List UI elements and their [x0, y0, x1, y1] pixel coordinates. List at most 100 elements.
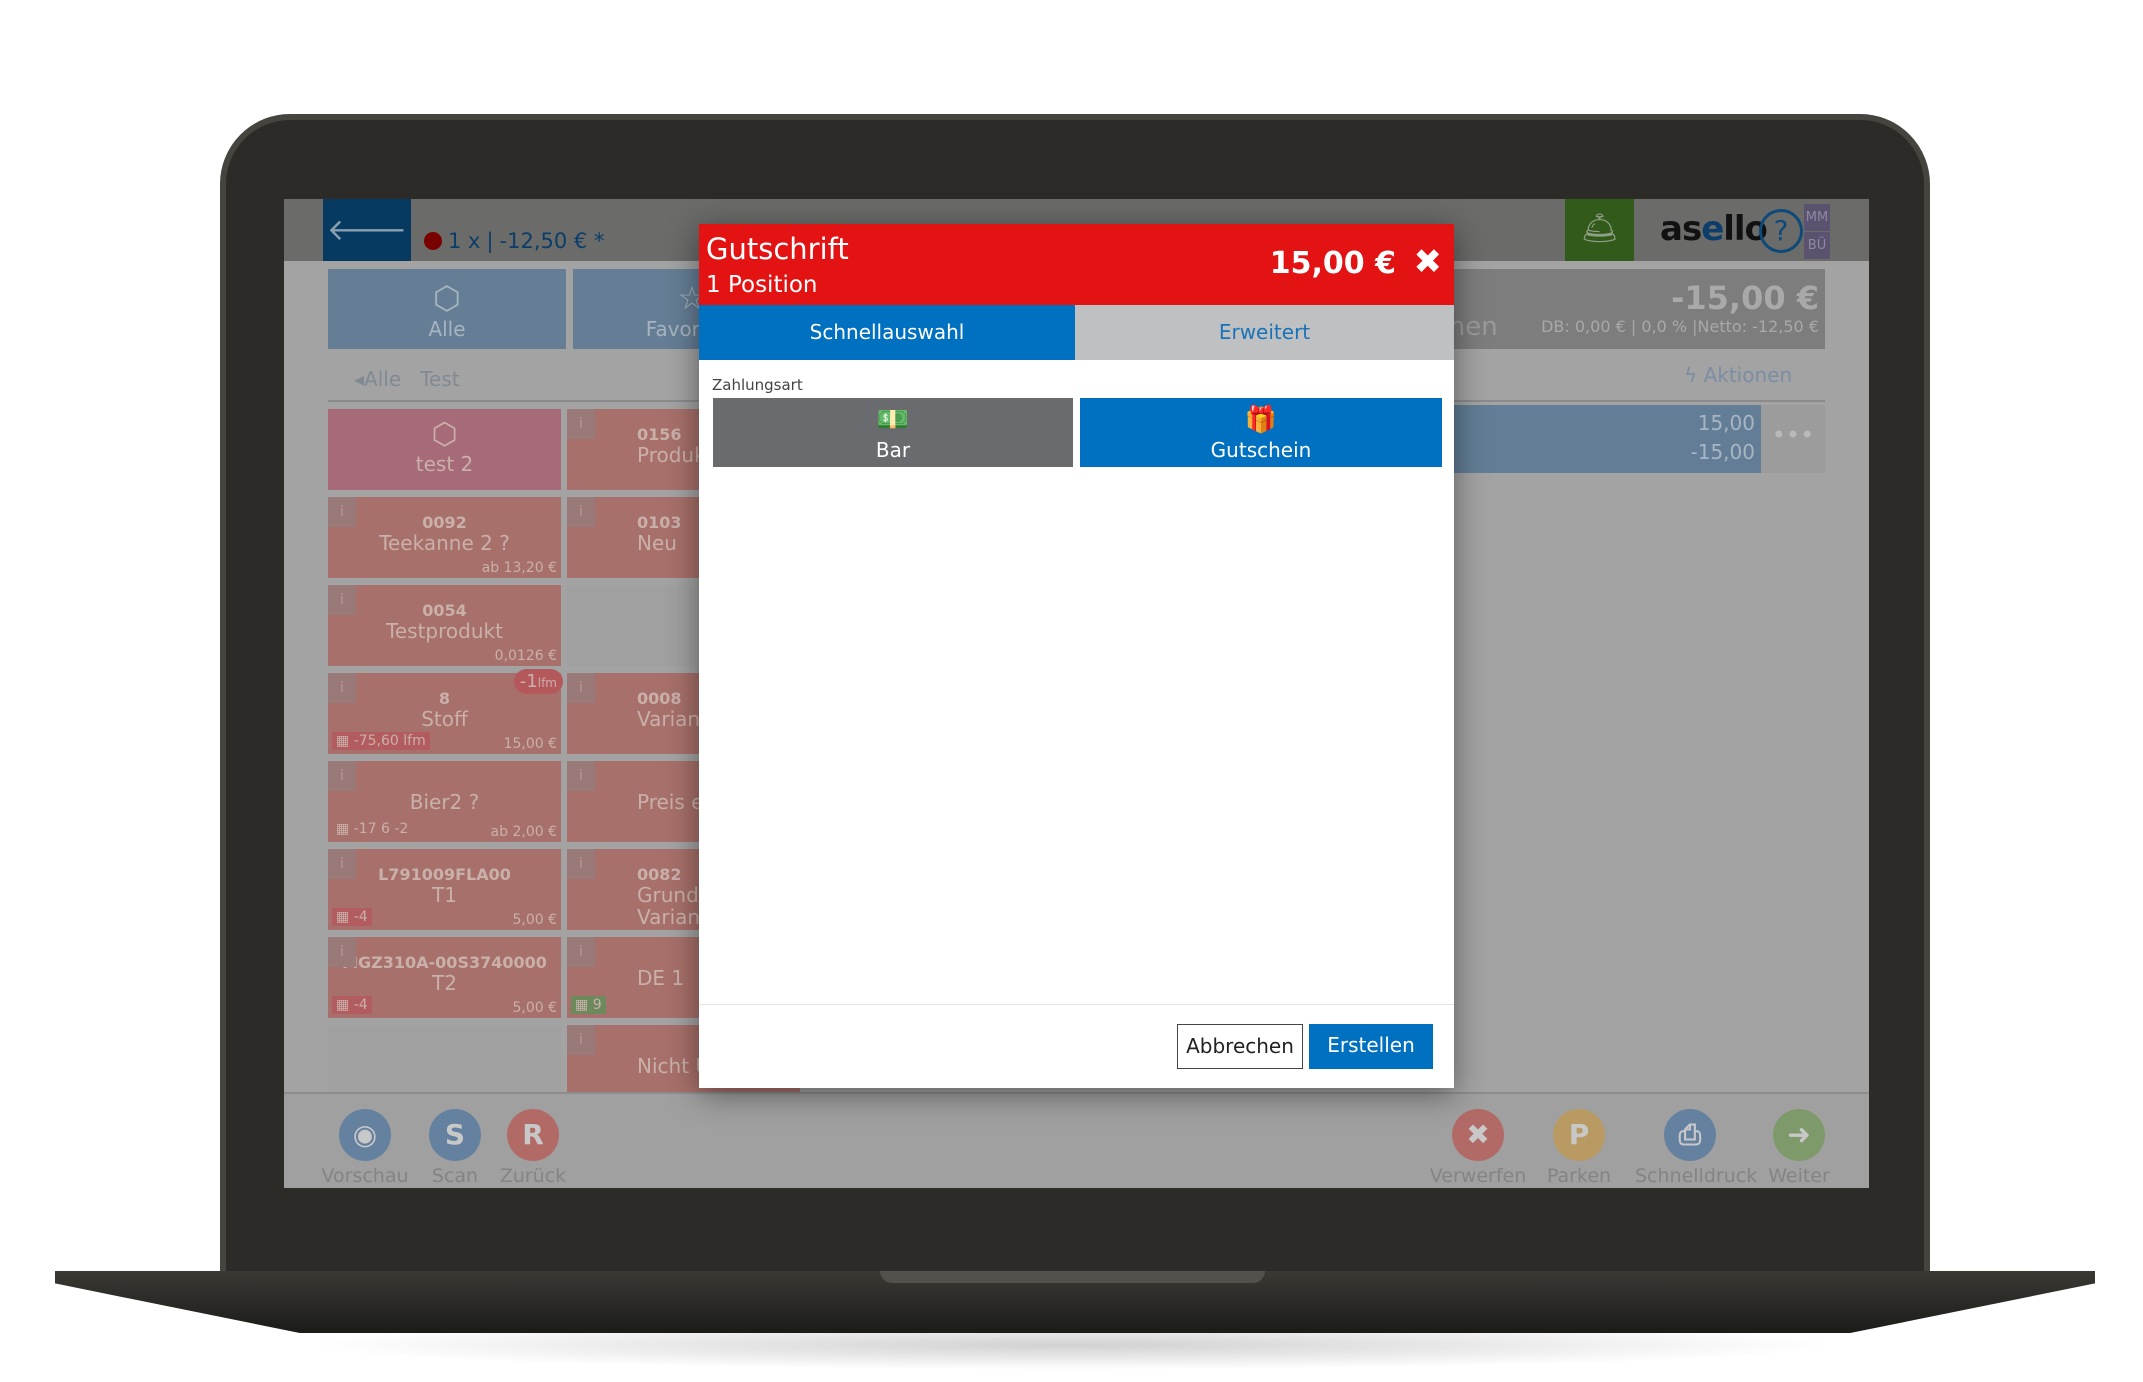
info-icon[interactable]: i — [567, 761, 595, 791]
action-verwerfen[interactable]: ✖ Verwerfen — [1423, 1109, 1533, 1187]
payment-bar-button[interactable]: 💵 Bar — [713, 398, 1073, 467]
info-icon[interactable]: i — [567, 937, 595, 967]
product-price: ab 2,00 € — [490, 824, 557, 840]
breadcrumb-back[interactable]: ◂Alle — [354, 367, 401, 391]
product-name: T2 — [432, 971, 457, 995]
action-parken[interactable]: P Parken — [1524, 1109, 1634, 1187]
return-icon: R — [507, 1109, 559, 1161]
category-alle[interactable]: ⬡ Alle — [328, 269, 566, 349]
product-tile[interactable]: i 8 Stoff 15,00 € ▦ -75,60 lfm -1lfm — [328, 669, 563, 754]
action-label: Zurück — [499, 1165, 567, 1187]
product-name: T1 — [432, 883, 457, 907]
info-icon[interactable]: i — [328, 849, 356, 879]
warehouse-icon: ▦ — [336, 821, 350, 837]
info-icon[interactable]: i — [328, 585, 356, 615]
warehouse-icon: ▦ — [336, 997, 350, 1013]
lightning-icon: ϟ — [1684, 363, 1698, 387]
product-name: Bier2 ? — [409, 790, 480, 814]
action-label: Parken — [1546, 1165, 1612, 1187]
info-icon[interactable]: i — [328, 673, 356, 703]
product-code: MGZ310A-00S3740000 — [342, 953, 547, 972]
product-tile[interactable]: i MGZ310A-00S3740000 T2 5,00 € ▦ -4 — [328, 937, 561, 1018]
info-icon[interactable]: i — [328, 761, 356, 791]
stock-badge: ▦ 9 — [571, 996, 606, 1014]
quantity-badge: -1lfm — [513, 669, 563, 694]
product-tile[interactable]: i L791009FLA00 T1 5,00 € ▦ -4 — [328, 849, 561, 930]
create-button[interactable]: Erstellen — [1309, 1024, 1433, 1069]
breadcrumb-current: Test — [420, 367, 460, 391]
cash-icon: 💵 — [876, 405, 910, 435]
product-tile[interactable]: ⬡ test 2 — [328, 409, 561, 490]
action-label: Verwerfen — [1429, 1165, 1527, 1187]
warehouse-icon: ▦ — [336, 733, 350, 749]
payment-method-label: Zahlungsart — [712, 376, 803, 394]
delivery-cart-icon: 🛎 — [1580, 211, 1619, 246]
user-button-bu[interactable]: BÜ — [1804, 232, 1830, 259]
product-tile[interactable]: i 0092 Teekanne 2 ? ab 13,20 € — [328, 497, 561, 578]
action-weiter[interactable]: ➜ Weiter — [1744, 1109, 1854, 1187]
line-item-more-button[interactable]: ••• — [1761, 405, 1825, 473]
warehouse-icon: ▦ — [575, 997, 589, 1013]
cart-info: 1 x | -12,50 € * — [424, 229, 604, 253]
stock-badge: ▦ -17 6 -2 — [336, 821, 409, 837]
info-icon[interactable]: i — [567, 849, 595, 879]
info-icon[interactable]: i — [328, 497, 356, 527]
tab-erweitert[interactable]: Erweitert — [1075, 305, 1454, 360]
product-code: 0054 — [422, 601, 467, 620]
help-button[interactable]: ? — [1759, 209, 1803, 253]
stock-badge: ▦ -4 — [332, 908, 372, 926]
total-amount: -15,00 € — [1671, 279, 1819, 317]
action-zurück[interactable]: R Zurück — [478, 1109, 588, 1187]
info-icon[interactable]: i — [567, 673, 595, 703]
gift-icon: 🎁 — [1244, 405, 1278, 435]
back-button[interactable]: 🡐 — [323, 199, 411, 261]
product-name: Teekanne 2 ? — [379, 531, 510, 555]
stock-badge: ▦ -75,60 lfm — [332, 732, 430, 750]
dialog-header: Gutschrift 1 Position 15,00 € ✖ — [699, 224, 1454, 305]
product-code: 0092 — [422, 513, 467, 532]
action-schnelldruck[interactable]: ⎙ Schnelldruck — [1635, 1109, 1758, 1187]
dialog-title: Gutschrift — [706, 232, 849, 266]
product-price: 5,00 € — [512, 1000, 557, 1016]
cancel-button[interactable]: Abbrechen — [1177, 1024, 1303, 1069]
delivery-button[interactable]: 🛎 — [1565, 199, 1634, 261]
cart-count: 1 x — [448, 229, 481, 253]
next-icon: ➜ — [1773, 1109, 1825, 1161]
total-details: DB: 0,00 € | 0,0 % |Netto: -12,50 € — [1541, 317, 1819, 336]
product-tile[interactable]: i 0054 Testprodukt 0,0126 € — [328, 585, 561, 666]
asello-logo: asello — [1660, 209, 1768, 249]
action-label: Schnelldruck — [1635, 1165, 1758, 1187]
product-name: Testprodukt — [386, 619, 503, 643]
payment-gutschein-button[interactable]: 🎁 Gutschein — [1080, 398, 1442, 467]
info-icon[interactable]: i — [328, 937, 356, 967]
product-price: 5,00 € — [512, 912, 557, 928]
user-button-mm[interactable]: MM — [1804, 204, 1830, 231]
arrow-left-icon: 🡐 — [326, 213, 408, 248]
breadcrumb: ◂Alle Test — [354, 367, 460, 391]
help-icon: ? — [1773, 214, 1789, 247]
box-icon: ⬡ — [433, 279, 461, 317]
line-item[interactable]: 15,00 -15,00 — [1453, 405, 1761, 473]
info-icon[interactable]: i — [567, 497, 595, 527]
close-icon[interactable]: ✖ — [1414, 242, 1443, 282]
product-tile[interactable]: i Bier2 ? ab 2,00 € ▦ -17 6 -2 — [328, 761, 561, 842]
product-price: 0,0126 € — [494, 648, 557, 664]
gutschrift-dialog: Gutschrift 1 Position 15,00 € ✖ Schnella… — [699, 224, 1454, 1088]
receipt-total: -15,00 € DB: 0,00 € | 0,0 % |Netto: -12,… — [1453, 269, 1825, 349]
product-name: Stoff — [421, 707, 468, 731]
tab-schnellauswahl[interactable]: Schnellauswahl — [699, 305, 1075, 360]
dialog-amount: 15,00 € — [1269, 246, 1396, 281]
dialog-subtitle: 1 Position — [706, 272, 818, 298]
eye-icon: ◉ — [339, 1109, 391, 1161]
print-icon: ⎙ — [1664, 1109, 1716, 1161]
warehouse-icon: ▦ — [336, 909, 350, 925]
cart-total: -12,50 € * — [499, 229, 605, 253]
info-icon[interactable]: i — [567, 1025, 595, 1055]
actions-link[interactable]: ϟ Aktionen — [1684, 363, 1792, 387]
product-price: 15,00 € — [503, 736, 557, 752]
laptop-notch — [880, 1271, 1265, 1283]
park-icon: P — [1553, 1109, 1605, 1161]
action-label: Weiter — [1768, 1165, 1830, 1187]
info-icon[interactable]: i — [567, 409, 595, 439]
stock-badge: ▦ -4 — [332, 996, 372, 1014]
